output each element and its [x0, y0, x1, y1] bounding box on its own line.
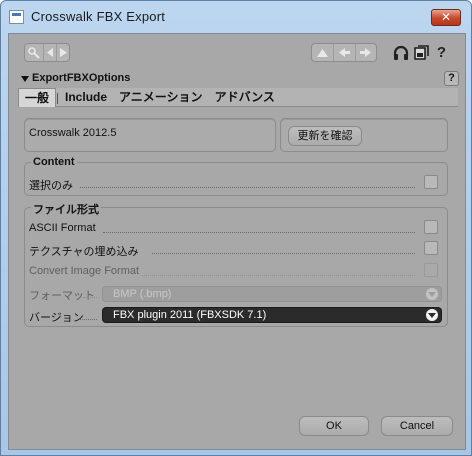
product-version-text: Crosswalk 2012.5 — [29, 127, 117, 139]
move-toolbar — [311, 43, 377, 62]
move-up-icon[interactable] — [312, 44, 333, 61]
content-group — [24, 162, 448, 196]
cancel-button[interactable]: Cancel — [381, 416, 453, 436]
embed-textures-checkbox[interactable] — [424, 241, 438, 255]
leader-line — [80, 187, 415, 188]
tab-advanced[interactable]: アドバンス — [209, 88, 281, 107]
app-icon — [9, 10, 24, 24]
format-label: フォーマット — [29, 290, 95, 302]
wrench-icon[interactable] — [25, 44, 43, 61]
check-update-button[interactable]: 更新を確認 — [288, 126, 362, 146]
options-tab-bar: 一般 Include アニメーション アドバンス — [18, 88, 458, 107]
tab-include[interactable]: Include — [59, 88, 113, 107]
arrow-right-icon[interactable] — [56, 44, 69, 61]
ok-button[interactable]: OK — [299, 416, 369, 436]
leader-line — [79, 319, 97, 320]
leader-line — [152, 253, 415, 254]
selected-only-label: 選択のみ — [29, 180, 73, 192]
section-title: ExportFBXOptions — [32, 72, 131, 84]
product-version-panel: Crosswalk 2012.5 — [24, 118, 276, 152]
arrow-left-icon[interactable] — [43, 44, 56, 61]
leader-line — [142, 275, 415, 276]
export-options-header[interactable]: ExportFBXOptions ? — [17, 71, 459, 87]
convert-image-format-label: Convert Image Format — [29, 265, 140, 277]
section-help-icon[interactable]: ? — [444, 71, 459, 86]
export-dialog-window: Crosswalk FBX Export ✕ ? ExportFBXOption… — [0, 0, 472, 456]
move-left-icon[interactable] — [333, 44, 354, 61]
version-label: バージョン — [29, 312, 84, 324]
format-dropdown-value: BMP (.bmp) — [113, 288, 172, 300]
close-button[interactable]: ✕ — [431, 9, 461, 26]
navigation-toolbar — [24, 43, 70, 62]
window-title: Crosswalk FBX Export — [31, 9, 166, 24]
tab-animation[interactable]: アニメーション — [113, 88, 209, 107]
move-right-icon[interactable] — [354, 44, 376, 61]
title-bar[interactable]: Crosswalk FBX Export ✕ — [1, 1, 471, 33]
ascii-format-checkbox[interactable] — [424, 220, 438, 234]
format-dropdown: BMP (.bmp) — [102, 286, 442, 302]
file-format-group-title: ファイル形式 — [31, 201, 101, 217]
content-group-title: Content — [31, 156, 77, 168]
chevron-down-icon — [426, 288, 438, 300]
embed-textures-label: テクスチャの埋め込み — [29, 246, 139, 258]
update-panel: 更新を確認 — [280, 118, 448, 152]
tab-general[interactable]: 一般 — [18, 88, 59, 107]
copy-icon[interactable] — [412, 43, 431, 62]
fbx-version-dropdown[interactable]: FBX plugin 2011 (FBXSDK 7.1) — [102, 307, 442, 323]
headphones-icon[interactable] — [391, 43, 410, 62]
dialog-content: ? ExportFBXOptions ? 一般 Include アニメーション … — [8, 33, 466, 450]
ascii-format-label: ASCII Format — [29, 222, 96, 234]
chevron-down-icon[interactable] — [426, 309, 438, 321]
help-icon[interactable]: ? — [432, 43, 451, 62]
convert-image-format-checkbox — [424, 263, 438, 277]
leader-line — [103, 232, 415, 233]
leader-line — [83, 297, 97, 298]
collapse-triangle-icon[interactable] — [21, 76, 29, 82]
selected-only-checkbox[interactable] — [424, 175, 438, 189]
fbx-version-value: FBX plugin 2011 (FBXSDK 7.1) — [113, 309, 267, 321]
